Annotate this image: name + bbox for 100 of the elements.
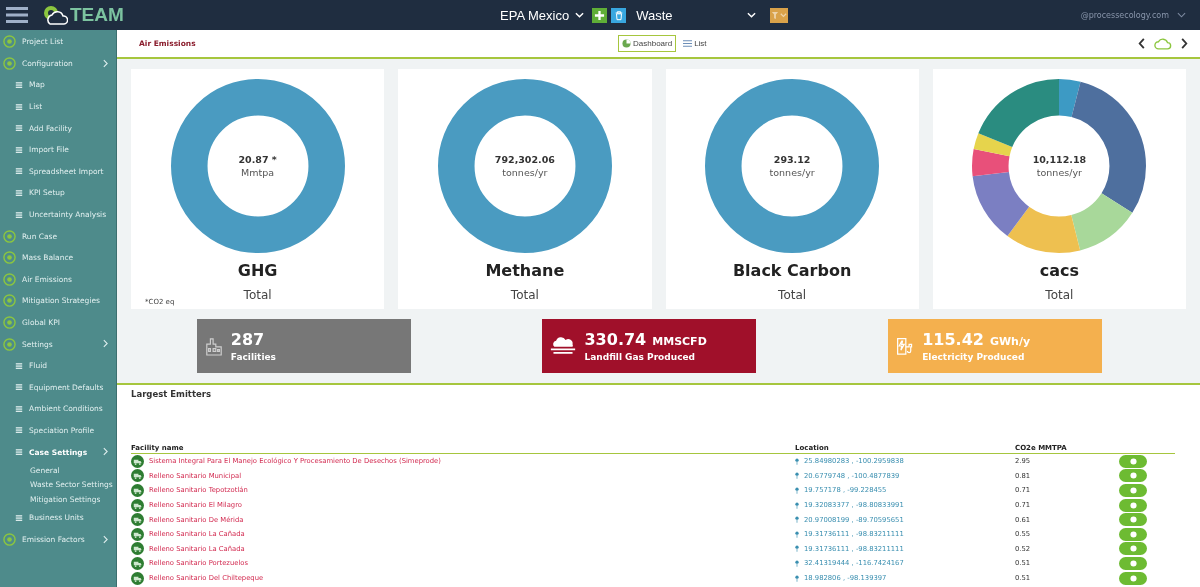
tile-label: Electricity Produced: [922, 352, 1026, 362]
chevron-icon: [103, 447, 108, 457]
tile-value: 330.74: [584, 330, 647, 349]
tile-label: Landfill Gas Produced: [584, 352, 696, 362]
nav-icon: [15, 210, 23, 219]
chart-title: GHG: [237, 261, 278, 280]
chart-title: Black Carbon: [732, 261, 852, 280]
view-button[interactable]: [1119, 542, 1147, 556]
nav-icon: [3, 532, 16, 546]
previous-icon[interactable]: [1138, 38, 1146, 49]
nav-icon: [15, 383, 23, 392]
nav-icon: [15, 426, 23, 435]
add-button[interactable]: [592, 7, 608, 23]
truck-icon: [131, 454, 144, 468]
chart-subtitle: Total: [778, 288, 807, 302]
chart-subtitle: Total: [1045, 288, 1074, 302]
brand-name: TEAM: [70, 4, 124, 26]
unit-label: tonnes/yr: [1036, 167, 1082, 178]
dot-icon: [1129, 472, 1137, 480]
view-button[interactable]: [1119, 571, 1147, 585]
view-button[interactable]: [1119, 527, 1147, 541]
nav-icon: [15, 102, 23, 111]
dot-icon: [1129, 501, 1137, 509]
logo-icon: [42, 4, 68, 26]
nav-icon: [3, 316, 16, 329]
pin-icon: [795, 501, 799, 509]
dot-icon: [1129, 559, 1137, 567]
nav-icon: [15, 81, 23, 89]
pin-icon: [795, 530, 799, 538]
tile-unit: MMSCFD: [652, 335, 707, 348]
menu-icon[interactable]: [6, 6, 28, 24]
pie-icon: [622, 39, 631, 48]
caret-icon: [575, 12, 585, 18]
unit-label: tonnes/yr: [769, 167, 815, 178]
nav-icon: [15, 404, 23, 413]
view-button[interactable]: [1119, 454, 1147, 468]
tile-value: 287: [230, 330, 265, 349]
nav-icon: [3, 251, 16, 265]
building-icon: [204, 336, 223, 356]
pin-icon: [795, 457, 799, 465]
unit-label: Mmtpa: [241, 167, 275, 178]
view-button[interactable]: [1119, 469, 1147, 483]
nav-icon: [15, 167, 23, 176]
dot-icon: [1129, 545, 1137, 553]
chart-subtitle: Total: [243, 288, 272, 302]
truck-icon: [131, 469, 144, 483]
chevron-icon: [103, 534, 108, 544]
caret-icon: [1177, 12, 1186, 18]
user-menu[interactable]: @processecology.com: [1080, 10, 1194, 20]
view-button[interactable]: [1119, 513, 1147, 527]
unit-label: tonnes/yr: [502, 167, 548, 178]
nav-icon: [3, 35, 16, 49]
project-select[interactable]: EPA Mexico: [446, 7, 589, 23]
tile-value: 115.42: [922, 330, 984, 349]
chart-title: Methane: [485, 261, 565, 280]
nav-icon: [15, 145, 23, 154]
dot-icon: [1129, 516, 1137, 524]
dot-icon: [1129, 487, 1137, 494]
cloud-icon[interactable]: [1154, 37, 1172, 50]
nav-icon: [3, 272, 16, 286]
nav-icon: [3, 56, 16, 70]
truck-icon: [131, 513, 144, 527]
truck-icon: [131, 527, 144, 541]
next-icon[interactable]: [1180, 38, 1188, 49]
truck-icon: [131, 556, 144, 570]
list-icon: [683, 39, 693, 48]
tile-unit: GWh/y: [989, 335, 1031, 348]
view-button[interactable]: [1119, 484, 1147, 497]
section-title: Largest Emitters: [131, 389, 212, 399]
total-value: 20.87 *: [238, 154, 277, 165]
pin-icon: [795, 487, 799, 494]
caret-icon: [747, 12, 757, 18]
pin-icon: [795, 574, 799, 582]
total-value: 792,302.06: [494, 154, 555, 165]
view-button[interactable]: [1119, 556, 1147, 570]
nav-icon: [3, 229, 16, 243]
truck-icon: [131, 484, 144, 497]
view-tab[interactable]: Dashboard: [618, 35, 677, 52]
nav-icon: [15, 513, 23, 522]
nav-icon: [3, 337, 16, 351]
pin-icon: [795, 559, 799, 567]
truck-icon: [131, 571, 144, 585]
nav-icon: [3, 294, 16, 308]
total-value: 293.12: [773, 154, 811, 165]
view-button[interactable]: [1119, 498, 1147, 512]
nav-icon: [15, 448, 23, 457]
truck-icon: [131, 542, 144, 556]
delete-button[interactable]: [611, 7, 627, 23]
dot-icon: [1129, 574, 1137, 582]
charger-icon: [896, 336, 915, 356]
nav-icon: [15, 188, 23, 197]
chevron-icon: [103, 339, 108, 349]
chart-subtitle: Total: [510, 288, 539, 302]
dot-icon: [1129, 457, 1137, 465]
total-value: 10,112.18: [1032, 154, 1087, 165]
sector-select[interactable]: Waste: [630, 7, 761, 23]
filter-button[interactable]: [770, 7, 789, 23]
truck-icon: [131, 498, 144, 512]
chart-title: cacs: [1039, 261, 1079, 280]
chevron-icon: [103, 58, 108, 68]
